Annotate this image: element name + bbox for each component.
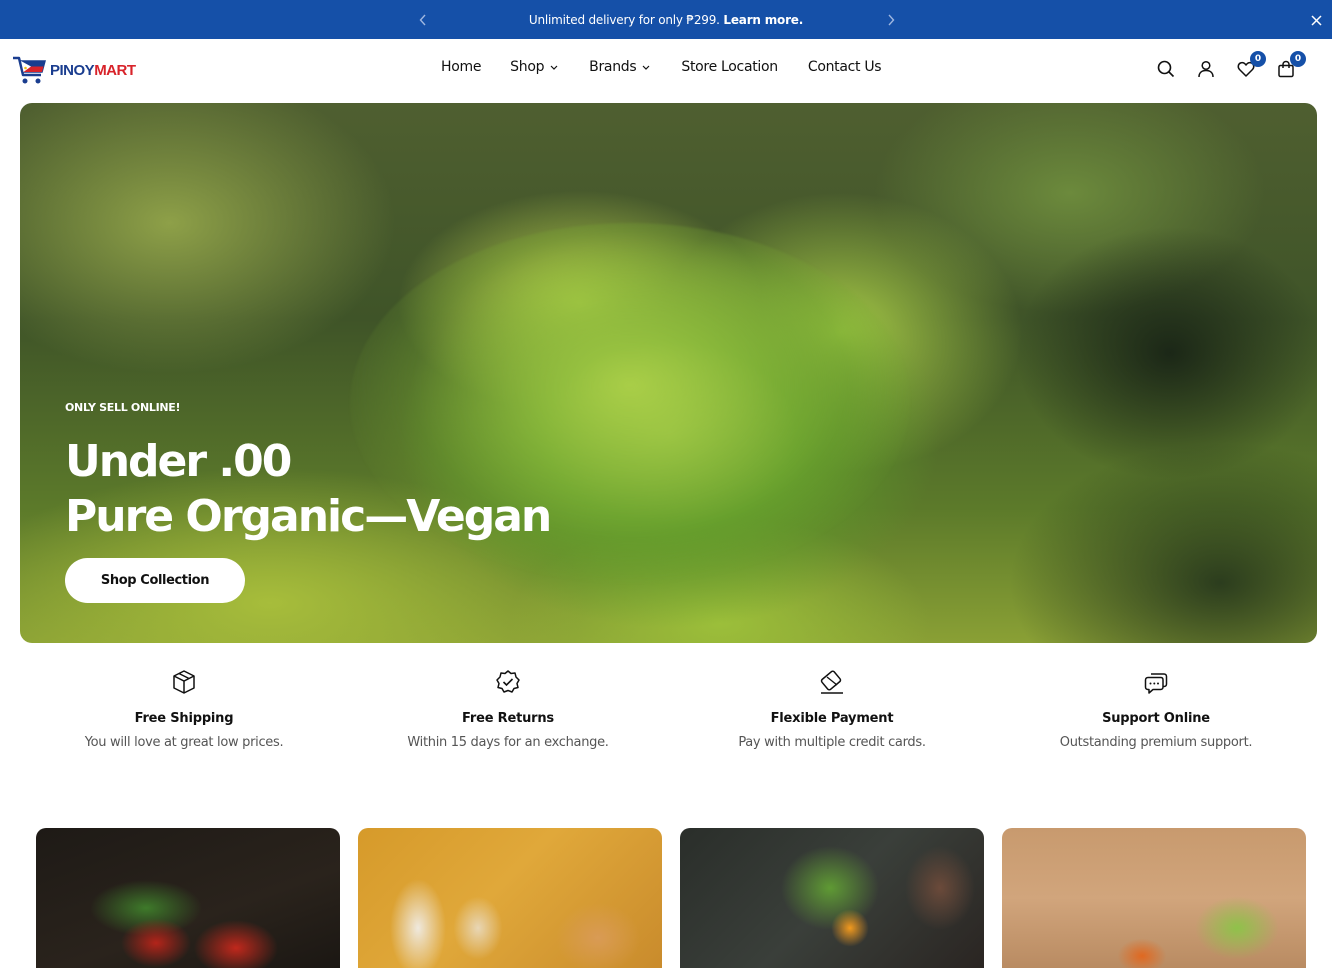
user-icon — [1198, 60, 1214, 78]
feature-free-shipping: Free Shipping You will love at great low… — [22, 668, 346, 750]
badge-check-icon — [494, 668, 522, 696]
announcement-prev-button[interactable] — [413, 10, 433, 30]
wishlist-count-badge: 0 — [1250, 51, 1266, 67]
logo-text-mart: MART — [94, 61, 136, 79]
announcement-next-button[interactable] — [881, 10, 901, 30]
nav-item-brands[interactable]: Brands — [589, 59, 650, 75]
logo-text-pinoy: PINOY — [50, 61, 95, 79]
nav-label: Contact Us — [807, 59, 882, 75]
collection-card-vegetables[interactable] — [36, 828, 340, 968]
feature-description: Within 15 days for an exchange. — [407, 735, 609, 750]
hero-title: Under .00 Pure Organic—Vegan — [65, 434, 552, 544]
hero-title-line-2: Pure Organic—Vegan — [65, 491, 552, 542]
header-actions: 0 0 — [1156, 51, 1306, 79]
hero-eyebrow: ONLY SELL ONLINE! — [65, 401, 181, 414]
collection-grid — [36, 828, 1306, 968]
shop-collection-button[interactable]: Shop Collection — [65, 558, 245, 603]
nav-label: Brands — [589, 59, 637, 75]
nav-label: Store Location — [681, 59, 778, 75]
wishlist-button[interactable]: 0 — [1236, 51, 1266, 79]
chevron-down-icon — [642, 65, 650, 70]
nav-item-contact-us[interactable]: Contact Us — [807, 59, 882, 75]
hero-content: ONLY SELL ONLINE! Under .00 Pure Organic… — [65, 401, 552, 603]
feature-title: Free Shipping — [134, 711, 234, 726]
cart-logo-icon — [13, 56, 46, 84]
announcement-close-button[interactable] — [1306, 10, 1326, 30]
nav-item-shop[interactable]: Shop — [510, 59, 558, 75]
main-nav: Home Shop Brands Store Location Contact … — [441, 59, 882, 75]
cart-button[interactable]: 0 — [1276, 51, 1306, 79]
feature-title: Free Returns — [462, 711, 554, 726]
feature-support-online: Support Online Outstanding premium suppo… — [994, 668, 1318, 750]
feature-flexible-payment: Flexible Payment Pay with multiple credi… — [670, 668, 994, 750]
nav-label: Home — [441, 59, 482, 75]
search-icon — [1157, 60, 1175, 78]
feature-free-returns: Free Returns Within 15 days for an excha… — [346, 668, 670, 750]
feature-title: Flexible Payment — [770, 711, 894, 726]
nav-item-store-location[interactable]: Store Location — [681, 59, 778, 75]
credit-card-icon — [818, 668, 846, 696]
site-header: PINOYMART Home Shop Brands Store Locatio… — [0, 39, 1332, 103]
hero-title-line-1: Under .00 — [65, 436, 292, 487]
feature-description: You will love at great low prices. — [84, 735, 284, 750]
logo-text: PINOYMART — [50, 62, 136, 79]
features-row: Free Shipping You will love at great low… — [22, 668, 1318, 750]
announcement-learn-more-link[interactable]: Learn more. — [723, 13, 803, 27]
box-icon — [170, 668, 198, 696]
feature-description: Outstanding premium support. — [1059, 735, 1253, 750]
announcement-text: Unlimited delivery for only ₱299. Learn … — [529, 13, 803, 27]
cart-count-badge: 0 — [1290, 51, 1306, 67]
search-button[interactable] — [1156, 59, 1176, 79]
hero-banner: ONLY SELL ONLINE! Under .00 Pure Organic… — [20, 103, 1317, 643]
nav-item-home[interactable]: Home — [441, 59, 481, 75]
announcement-bar: Unlimited delivery for only ₱299. Learn … — [0, 0, 1332, 39]
feature-title: Support Online — [1102, 711, 1210, 726]
collection-card-snacks[interactable] — [358, 828, 662, 968]
chat-icon — [1142, 668, 1170, 696]
logo[interactable]: PINOYMART — [12, 55, 136, 85]
chevron-down-icon — [550, 65, 558, 70]
nav-label: Shop — [510, 59, 545, 75]
collection-card-fresh-produce[interactable] — [680, 828, 984, 968]
collection-card-fruits[interactable] — [1002, 828, 1306, 968]
chevron-left-icon — [419, 14, 426, 26]
account-button[interactable] — [1196, 59, 1216, 79]
close-icon — [1310, 14, 1322, 26]
chevron-right-icon — [888, 14, 895, 26]
announcement-message: Unlimited delivery for only ₱299. — [528, 12, 720, 27]
feature-description: Pay with multiple credit cards. — [738, 735, 926, 750]
